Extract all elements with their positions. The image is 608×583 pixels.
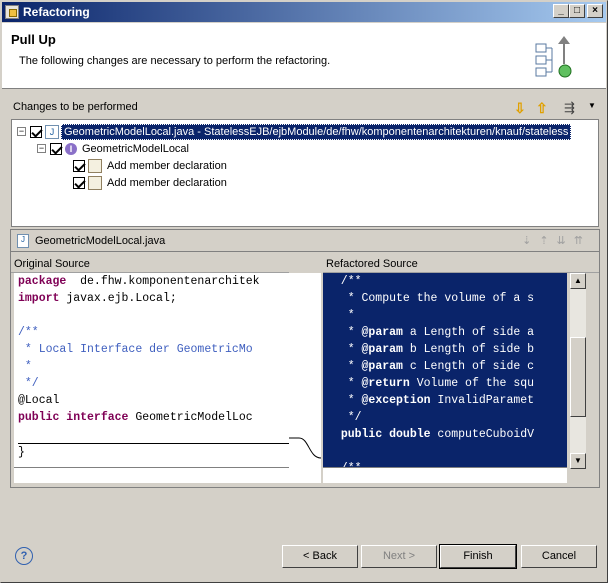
scroll-down-button[interactable]: ▼	[570, 453, 586, 469]
tree-item-label: GeometricModelLocal.java - StatelessEJB/…	[61, 123, 572, 140]
java-file-icon: J	[17, 233, 29, 248]
tree-item-label: Add member declaration	[107, 159, 227, 172]
code-line: *	[18, 360, 32, 373]
compare-panel: J GeometricModelLocal.java ⇣⇡⇊⇈ Original…	[10, 229, 600, 488]
code-line: import javax.ejb.Local;	[18, 292, 177, 305]
diff-connector	[289, 273, 321, 483]
compare-file-name: GeometricModelLocal.java	[35, 234, 166, 247]
minimize-button[interactable]: _	[553, 4, 569, 18]
code-line: public double computeCuboidV	[340, 428, 535, 441]
tree-item[interactable]: Add member declaration	[73, 157, 227, 174]
checkbox[interactable]	[30, 125, 42, 138]
code-line: public interface GeometricModelLoc	[18, 411, 253, 424]
original-hscrollbar[interactable]	[14, 467, 289, 483]
refactored-hscrollbar[interactable]	[323, 467, 567, 483]
refactored-source-editor[interactable]: /** * Compute the volume of a s * * @par…	[323, 273, 567, 467]
checkbox[interactable]	[73, 159, 85, 172]
original-source-title: Original Source	[11, 257, 289, 273]
refactored-vscrollbar[interactable]: ▲ ▼	[570, 273, 586, 469]
previous-change-icon[interactable]: ⇧	[536, 100, 548, 117]
view-menu-icon[interactable]: ▼	[588, 101, 596, 110]
code-line: * @param a Length of side a	[327, 326, 535, 339]
changes-header: Changes to be performed	[10, 97, 600, 117]
tree-item-label: GeometricModelLocal	[82, 142, 189, 155]
code-line: * Compute the volume of a s	[327, 292, 535, 305]
refactored-source-title: Refactored Source	[323, 257, 599, 273]
tree-item-label: Add member declaration	[107, 176, 227, 189]
compare-navigation-icons: ⇣⇡⇊⇈	[522, 235, 591, 247]
page-title: Pull Up	[11, 32, 56, 47]
interface-icon: I	[65, 142, 77, 155]
code-line: * @exception InvalidParamet	[327, 394, 535, 407]
code-line: */	[18, 377, 39, 390]
change-icon	[88, 158, 102, 173]
cancel-button[interactable]: Cancel	[521, 545, 597, 568]
changes-label: Changes to be performed	[13, 101, 138, 113]
refactoring-dialog: Refactoring _ □ × Pull Up The following …	[0, 0, 608, 583]
tree-item[interactable]: Add member declaration	[73, 174, 227, 191]
code-line	[18, 426, 289, 444]
code-line: @Local	[18, 394, 60, 407]
title-bar: Refactoring _ □ ×	[2, 2, 606, 22]
pull-up-refactoring-icon	[535, 36, 572, 78]
change-icon	[88, 175, 102, 190]
page-description: The following changes are necessary to p…	[19, 55, 331, 67]
help-button[interactable]: ?	[15, 547, 33, 565]
code-line: *	[327, 309, 355, 322]
filter-icon[interactable]: ⇶	[564, 100, 575, 116]
original-source-editor[interactable]: package de.fhw.komponentenarchitek import…	[14, 273, 289, 467]
code-line: /**	[18, 326, 39, 339]
changes-tree: − J GeometricModelLocal.java - Stateless…	[11, 119, 599, 227]
scroll-up-button[interactable]: ▲	[570, 273, 586, 289]
collapse-toggle[interactable]: −	[17, 127, 26, 136]
next-button[interactable]: Next >	[361, 545, 437, 568]
code-line: /**	[327, 460, 567, 467]
back-button[interactable]: < Back	[282, 545, 358, 568]
java-file-icon: J	[45, 124, 59, 139]
collapse-toggle[interactable]: −	[37, 144, 46, 153]
code-line: * Local Interface der GeometricMo	[18, 343, 253, 356]
next-change-icon[interactable]: ⇩	[514, 100, 526, 117]
code-line: */	[327, 411, 362, 424]
scroll-thumb[interactable]	[570, 337, 586, 417]
code-line: * @param b Length of side b	[327, 343, 535, 356]
code-line: /**	[327, 275, 362, 288]
code-line: package de.fhw.komponentenarchitek	[18, 275, 260, 288]
wizard-header: Pull Up The following changes are necess…	[2, 23, 606, 89]
code-line: * @param c Length of side c	[327, 360, 535, 373]
close-button[interactable]: ×	[587, 4, 603, 18]
finish-button[interactable]: Finish	[439, 544, 517, 569]
window-title: Refactoring	[23, 5, 90, 19]
compare-header: J GeometricModelLocal.java ⇣⇡⇊⇈	[11, 230, 599, 252]
tree-item[interactable]: − J GeometricModelLocal.java - Stateless…	[17, 123, 572, 140]
maximize-button[interactable]: □	[569, 4, 585, 18]
checkbox[interactable]	[50, 142, 62, 155]
tree-item[interactable]: − I GeometricModelLocal	[37, 140, 189, 157]
checkbox[interactable]	[73, 176, 85, 189]
code-line: * @return Volume of the squ	[327, 377, 535, 390]
eclipse-window-icon	[5, 5, 19, 19]
code-line: }	[18, 446, 25, 459]
